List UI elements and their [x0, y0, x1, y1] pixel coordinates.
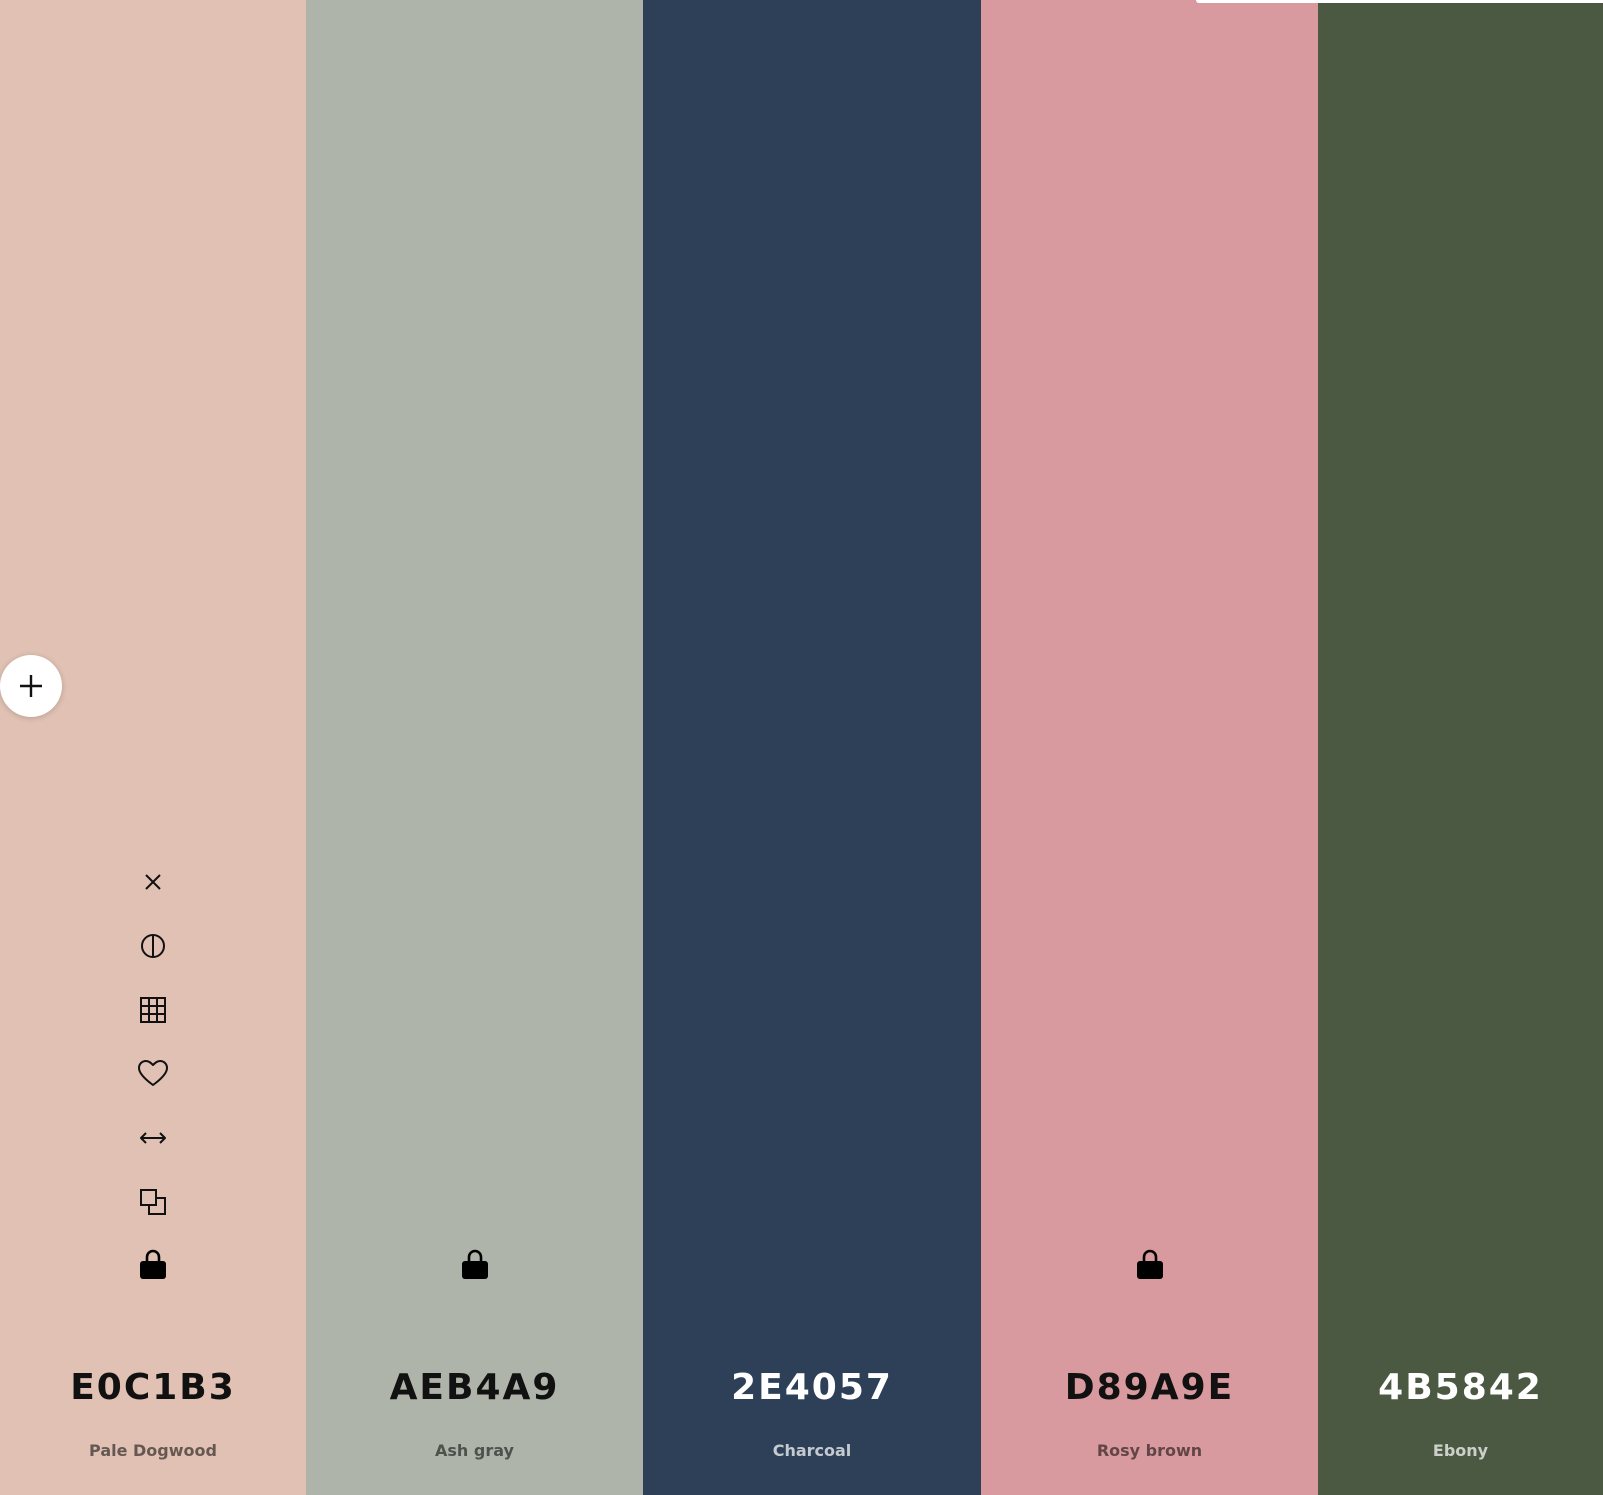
- swatch-ebony[interactable]: 4B5842 Ebony: [1318, 0, 1603, 1495]
- drag-arrows-icon: [140, 1132, 166, 1144]
- hex-code[interactable]: AEB4A9: [306, 1364, 643, 1412]
- toggle-lock-button[interactable]: [981, 1248, 1318, 1280]
- copy-icon: [140, 1189, 166, 1215]
- toggle-lock-button[interactable]: [306, 1248, 643, 1280]
- close-icon: [145, 874, 161, 890]
- hex-code[interactable]: 4B5842: [1318, 1364, 1603, 1412]
- lock-icon: [461, 1249, 488, 1279]
- add-color-button[interactable]: [0, 655, 62, 717]
- top-panel-edge: [1196, 0, 1603, 3]
- contrast-icon: [141, 934, 165, 958]
- grid-icon: [140, 997, 166, 1023]
- drag-button[interactable]: [131, 1116, 175, 1160]
- color-name[interactable]: Rosy brown: [981, 1440, 1318, 1462]
- plus-icon: [20, 675, 42, 697]
- swatch-pale-dogwood[interactable]: E0C1B3 Pale Dogwood: [0, 0, 306, 1495]
- hex-code[interactable]: 2E4057: [643, 1364, 981, 1412]
- color-name[interactable]: Ash gray: [306, 1440, 643, 1462]
- swatch-rosy-brown[interactable]: D89A9E Rosy brown: [981, 0, 1318, 1495]
- color-name[interactable]: Charcoal: [643, 1440, 981, 1462]
- remove-color-button[interactable]: [131, 860, 175, 904]
- hex-code[interactable]: D89A9E: [981, 1364, 1318, 1412]
- hex-code[interactable]: E0C1B3: [0, 1364, 306, 1412]
- save-color-button[interactable]: [131, 1052, 175, 1096]
- swatch-toolbar: [0, 860, 306, 1244]
- view-shades-button[interactable]: [131, 924, 175, 968]
- lock-icon: [140, 1249, 166, 1279]
- heart-icon: [138, 1060, 168, 1086]
- palette: E0C1B3 Pale Dogwood AEB4A9 Ash gray 2E40…: [0, 0, 1603, 1495]
- copy-hex-button[interactable]: [131, 1180, 175, 1224]
- toggle-lock-button[interactable]: [0, 1248, 306, 1280]
- color-name[interactable]: Ebony: [1318, 1440, 1603, 1462]
- view-grid-button[interactable]: [131, 988, 175, 1032]
- swatch-ash-gray[interactable]: AEB4A9 Ash gray: [306, 0, 643, 1495]
- lock-icon: [1136, 1249, 1163, 1279]
- color-name[interactable]: Pale Dogwood: [0, 1440, 306, 1462]
- swatch-charcoal[interactable]: 2E4057 Charcoal: [643, 0, 981, 1495]
